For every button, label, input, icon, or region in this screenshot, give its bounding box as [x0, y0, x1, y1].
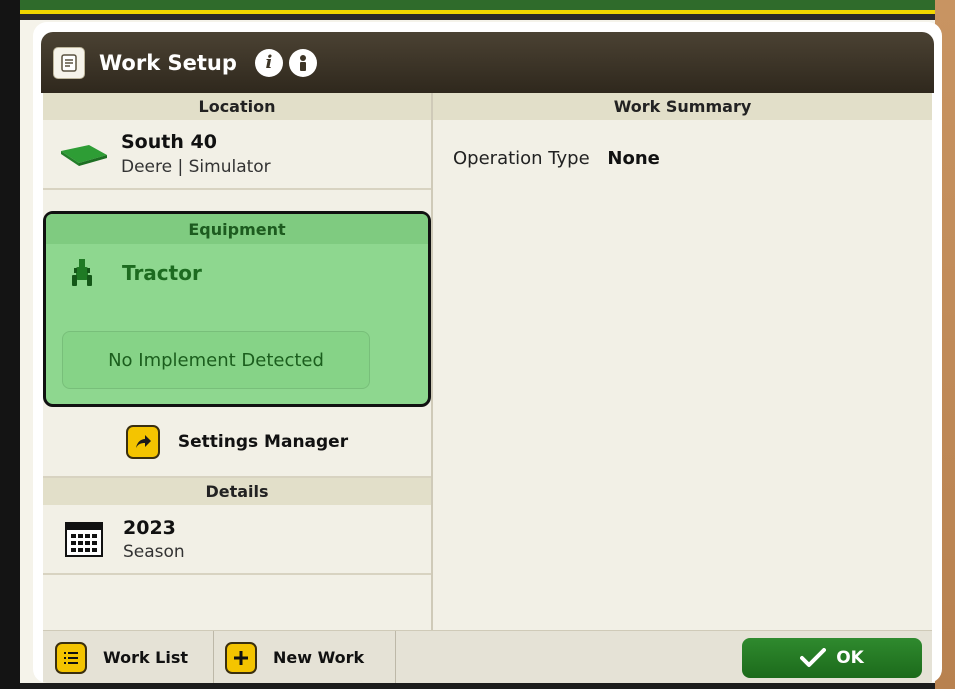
- work-summary-header: Work Summary: [433, 93, 932, 120]
- new-work-label: New Work: [273, 648, 365, 667]
- settings-manager-button[interactable]: Settings Manager: [43, 408, 431, 478]
- new-work-button[interactable]: New Work: [213, 631, 396, 683]
- equipment-header: Equipment: [46, 214, 428, 244]
- field-icon: [61, 145, 107, 166]
- settings-manager-label: Settings Manager: [177, 432, 349, 452]
- dialog-content: Location South 40 Deere | Simulator Equi…: [43, 93, 932, 630]
- calendar-icon: [65, 522, 103, 557]
- operation-type-label: Operation Type: [453, 148, 590, 169]
- tractor-icon: [72, 259, 92, 286]
- equipment-panel[interactable]: Equipment Tractor No Implement Detected: [43, 211, 431, 407]
- left-bezel: [0, 0, 20, 689]
- bottom-bezel: [20, 683, 935, 689]
- operation-type-value: None: [607, 148, 660, 169]
- app-notes-icon: [53, 46, 85, 79]
- location-row[interactable]: South 40 Deere | Simulator: [43, 120, 431, 190]
- location-subtitle: Deere | Simulator: [121, 157, 271, 177]
- footer-bar: Work List New Work OK: [43, 630, 932, 683]
- tractor-row[interactable]: Tractor: [46, 244, 428, 302]
- operation-type-row: Operation Type None: [433, 120, 932, 169]
- plus-icon: [225, 641, 257, 674]
- title-bar: Work Setup i: [41, 32, 934, 93]
- season-year: 2023: [123, 516, 176, 539]
- work-list-button[interactable]: Work List: [43, 631, 214, 683]
- list-icon: [55, 641, 87, 674]
- work-setup-dialog: Work Setup i Location South 40 Deere | S…: [33, 22, 942, 683]
- dialog-title: Work Setup: [99, 50, 237, 75]
- work-list-label: Work List: [103, 648, 189, 667]
- location-header: Location: [43, 93, 431, 120]
- info-person-icon[interactable]: [288, 48, 317, 77]
- ok-label: OK: [836, 648, 864, 668]
- info-icon[interactable]: i: [254, 48, 283, 77]
- season-row[interactable]: 2023 Season: [43, 505, 431, 575]
- vehicle-name: Tractor: [122, 261, 202, 285]
- implement-status-button[interactable]: No Implement Detected: [62, 331, 370, 389]
- top-status-strip: [20, 0, 935, 20]
- ok-button[interactable]: OK: [742, 638, 922, 678]
- right-column: Work Summary Operation Type None: [433, 93, 932, 630]
- checkmark-icon: [800, 648, 827, 667]
- arrow-share-icon: [125, 425, 160, 459]
- location-name: South 40: [121, 131, 217, 153]
- left-column: Location South 40 Deere | Simulator Equi…: [43, 93, 433, 630]
- details-header: Details: [43, 478, 431, 505]
- season-label: Season: [123, 541, 185, 562]
